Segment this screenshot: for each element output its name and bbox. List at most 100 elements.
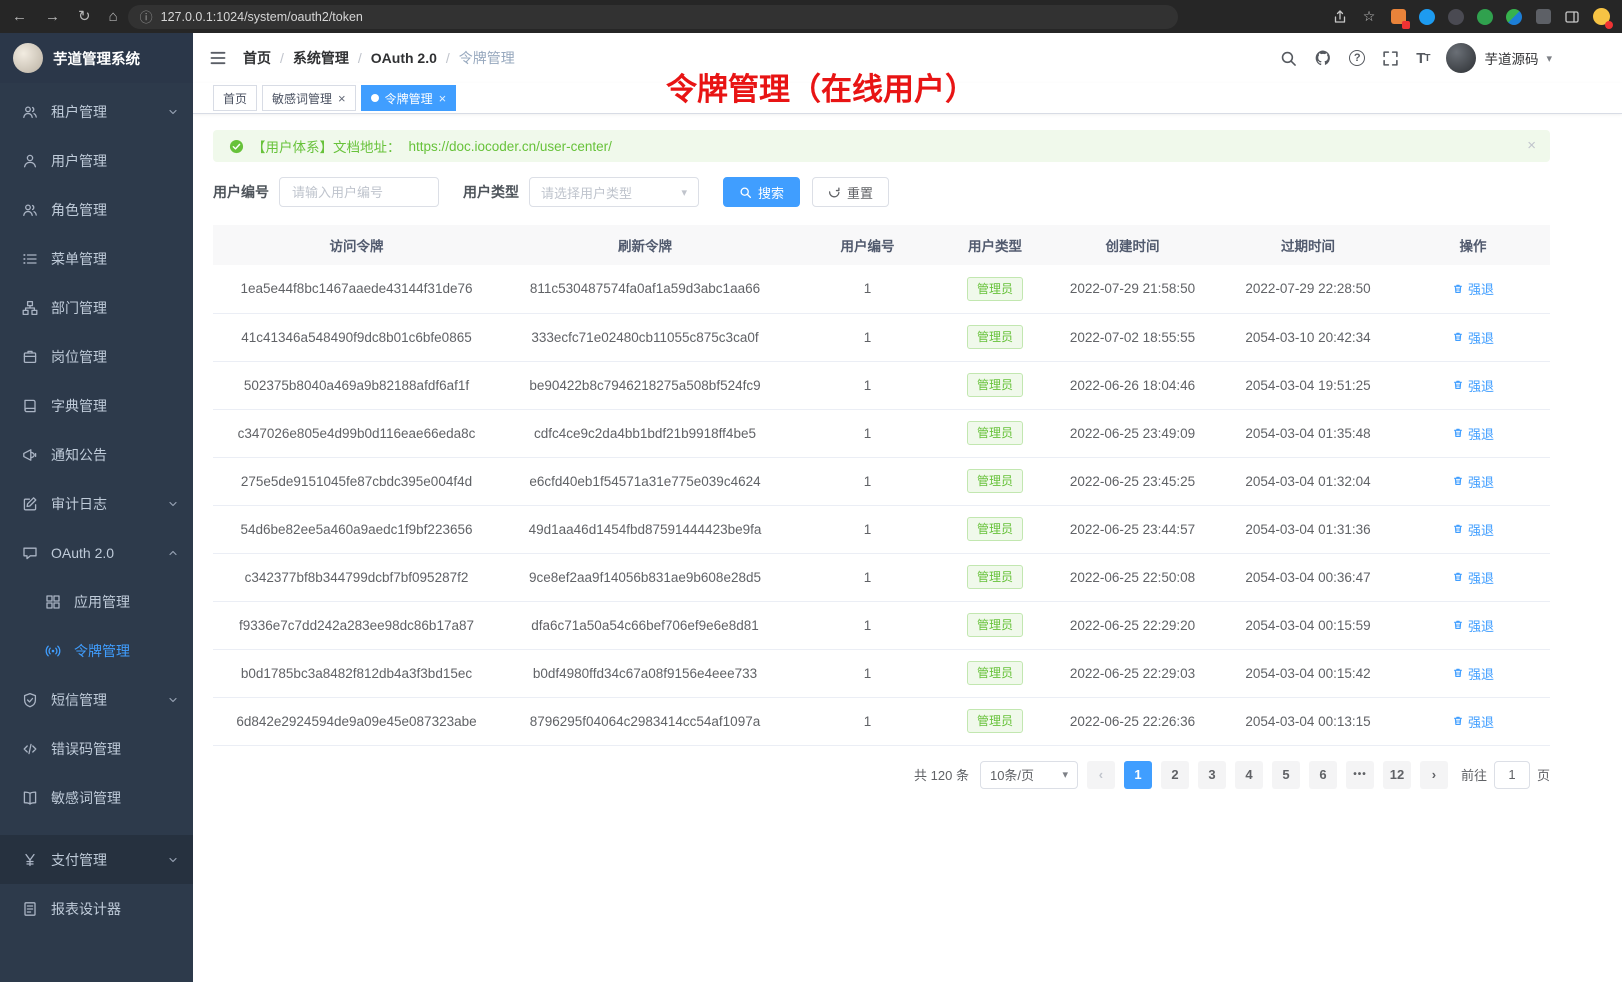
profile-avatar[interactable]	[1592, 8, 1610, 26]
expire-time-cell: 2054-03-04 01:35:48	[1220, 409, 1396, 457]
page-button[interactable]: 5	[1272, 761, 1300, 789]
extension-icon[interactable]	[1389, 8, 1407, 26]
force-logout-button[interactable]: 强退	[1452, 568, 1494, 587]
dark-extension-icon[interactable]	[1447, 8, 1465, 26]
access-token-cell: 275e5de9151045fe87cbdc395e004f4d	[213, 457, 500, 505]
sidebar-item-menu[interactable]: 菜单管理	[0, 234, 193, 283]
github-icon[interactable]	[1314, 49, 1332, 67]
force-logout-button[interactable]: 强退	[1452, 424, 1494, 443]
more-pages-icon[interactable]: •••	[1346, 761, 1374, 789]
user-type-badge: 管理员	[967, 421, 1023, 445]
close-icon[interactable]: ×	[338, 92, 346, 105]
reset-button[interactable]: 重置	[812, 177, 889, 207]
sidebar-item-audit[interactable]: 审计日志	[0, 479, 193, 528]
user-menu[interactable]: 芋道源码 ▾	[1446, 43, 1552, 73]
sidebar-item-post[interactable]: 岗位管理	[0, 332, 193, 381]
chevron-up-icon	[167, 547, 179, 559]
prev-page-button[interactable]: ‹	[1087, 761, 1115, 789]
help-icon[interactable]: ?	[1349, 50, 1365, 66]
address-bar[interactable]: ⓘ 127.0.0.1:1024/system/oauth2/token	[128, 5, 1178, 29]
font-size-icon[interactable]: TT	[1416, 50, 1429, 67]
sidebar-item-errcode[interactable]: 错误码管理	[0, 724, 193, 773]
share-icon[interactable]	[1331, 8, 1349, 26]
sidebar-item-user[interactable]: 用户管理	[0, 136, 193, 185]
access-token-cell: 54d6be82ee5a460a9aedc1f9bf223656	[213, 505, 500, 553]
force-logout-button[interactable]: 强退	[1452, 712, 1494, 731]
refresh-token-cell: dfa6c71a50a54c66bef706ef9e6e8d81	[500, 601, 790, 649]
search-button[interactable]: 搜索	[723, 177, 800, 207]
next-page-button[interactable]: ›	[1420, 761, 1448, 789]
sidebar-item-oauth[interactable]: OAuth 2.0	[0, 528, 193, 577]
expire-time-cell: 2054-03-04 00:15:59	[1220, 601, 1396, 649]
star-icon[interactable]: ☆	[1360, 8, 1378, 26]
user-type-cell: 管理员	[945, 601, 1045, 649]
sidebar-item-report[interactable]: 报表设计器	[0, 884, 193, 933]
twitter-extension-icon[interactable]	[1418, 8, 1436, 26]
sidebar-item-sms[interactable]: 短信管理	[0, 675, 193, 724]
breadcrumb-system[interactable]: 系统管理	[293, 48, 349, 68]
table-row: f9336e7c7dd242a283ee98dc86b17a87 dfa6c71…	[213, 601, 1550, 649]
chevron-down-icon	[167, 498, 179, 510]
breadcrumb-home[interactable]: 首页	[243, 48, 271, 68]
sidebar-item-tenant[interactable]: 租户管理	[0, 87, 193, 136]
tab-token[interactable]: 令牌管理 ×	[361, 85, 457, 111]
page-button[interactable]: 2	[1161, 761, 1189, 789]
chevron-down-icon: ▾	[681, 186, 687, 199]
chevron-down-icon	[167, 854, 179, 866]
page-button[interactable]: 1	[1124, 761, 1152, 789]
page-button[interactable]: 12	[1383, 761, 1411, 789]
force-logout-button[interactable]: 强退	[1452, 279, 1494, 298]
refresh-token-cell: 811c530487574fa0af1a59d3abc1aa66	[500, 265, 790, 313]
sidebar-item-sensitive[interactable]: 敏感词管理	[0, 773, 193, 822]
app-logo[interactable]: 芋道管理系统	[0, 33, 193, 83]
sidebar-item-dept[interactable]: 部门管理	[0, 283, 193, 332]
access-token-cell: 41c41346a548490f9dc8b01c6bfe0865	[213, 313, 500, 361]
page-button[interactable]: 4	[1235, 761, 1263, 789]
breadcrumb-oauth[interactable]: OAuth 2.0	[371, 50, 437, 66]
force-logout-button[interactable]: 强退	[1452, 376, 1494, 395]
breadcrumb: 首页 / 系统管理 / OAuth 2.0 / 令牌管理	[243, 48, 515, 68]
fullscreen-icon[interactable]	[1382, 50, 1399, 67]
force-logout-button[interactable]: 强退	[1452, 520, 1494, 539]
sidebar-item-dict[interactable]: 字典管理	[0, 381, 193, 430]
page-button[interactable]: 6	[1309, 761, 1337, 789]
sidebar-item-role[interactable]: 角色管理	[0, 185, 193, 234]
expire-time-cell: 2054-03-04 19:51:25	[1220, 361, 1396, 409]
fold-sidebar-icon[interactable]	[209, 49, 227, 67]
close-icon[interactable]: ×	[439, 92, 447, 105]
screen: ← → ↻ ⌂ ⓘ 127.0.0.1:1024/system/oauth2/t…	[0, 0, 1622, 982]
sidebar-item-pay[interactable]: 支付管理	[0, 835, 193, 884]
back-icon[interactable]: ←	[12, 9, 27, 24]
close-icon[interactable]: ×	[1527, 138, 1536, 153]
browser-chrome: ← → ↻ ⌂ ⓘ 127.0.0.1:1024/system/oauth2/t…	[0, 0, 1622, 33]
page-size-select[interactable]: 10条/页 ▾	[980, 761, 1078, 789]
gray-extension-icon[interactable]	[1534, 8, 1552, 26]
user-type-select[interactable]: 请选择用户类型 ▾	[529, 177, 699, 207]
home-icon[interactable]: ⌂	[109, 9, 118, 24]
site-info-icon[interactable]: ⓘ	[140, 7, 153, 26]
force-logout-button[interactable]: 强退	[1452, 328, 1494, 347]
page-button[interactable]: 3	[1198, 761, 1226, 789]
doc-link[interactable]: https://doc.iocoder.cn/user-center/	[409, 139, 612, 154]
sidebar-toggle-icon[interactable]	[1563, 8, 1581, 26]
puzzle-extension-icon[interactable]	[1505, 8, 1523, 26]
expire-time-cell: 2054-03-04 00:13:15	[1220, 697, 1396, 745]
pagination: 共 120 条 10条/页 ▾ ‹ 1 2 3 4 5 6 ••• 12 ›	[213, 761, 1550, 789]
force-logout-button[interactable]: 强退	[1452, 616, 1494, 635]
reload-icon[interactable]: ↻	[78, 9, 91, 24]
force-logout-button[interactable]: 强退	[1452, 664, 1494, 683]
search-icon[interactable]	[1280, 50, 1297, 67]
sidebar-item-notice[interactable]: 通知公告	[0, 430, 193, 479]
user-id-input[interactable]	[279, 177, 439, 207]
create-time-cell: 2022-07-29 21:58:50	[1045, 265, 1220, 313]
user-id-cell: 1	[790, 409, 945, 457]
tab-home[interactable]: 首页	[213, 85, 257, 111]
forward-icon[interactable]: →	[45, 9, 60, 24]
force-logout-button[interactable]: 强退	[1452, 472, 1494, 491]
sidebar-item-oauth-app[interactable]: 应用管理	[0, 577, 193, 626]
sidebar-item-oauth-token[interactable]: 令牌管理	[0, 626, 193, 675]
goto-page-input[interactable]	[1494, 761, 1530, 789]
green-extension-icon[interactable]	[1476, 8, 1494, 26]
refresh-token-cell: e6cfd40eb1f54571a31e775e039c4624	[500, 457, 790, 505]
tab-sensitive-words[interactable]: 敏感词管理 ×	[262, 85, 356, 111]
